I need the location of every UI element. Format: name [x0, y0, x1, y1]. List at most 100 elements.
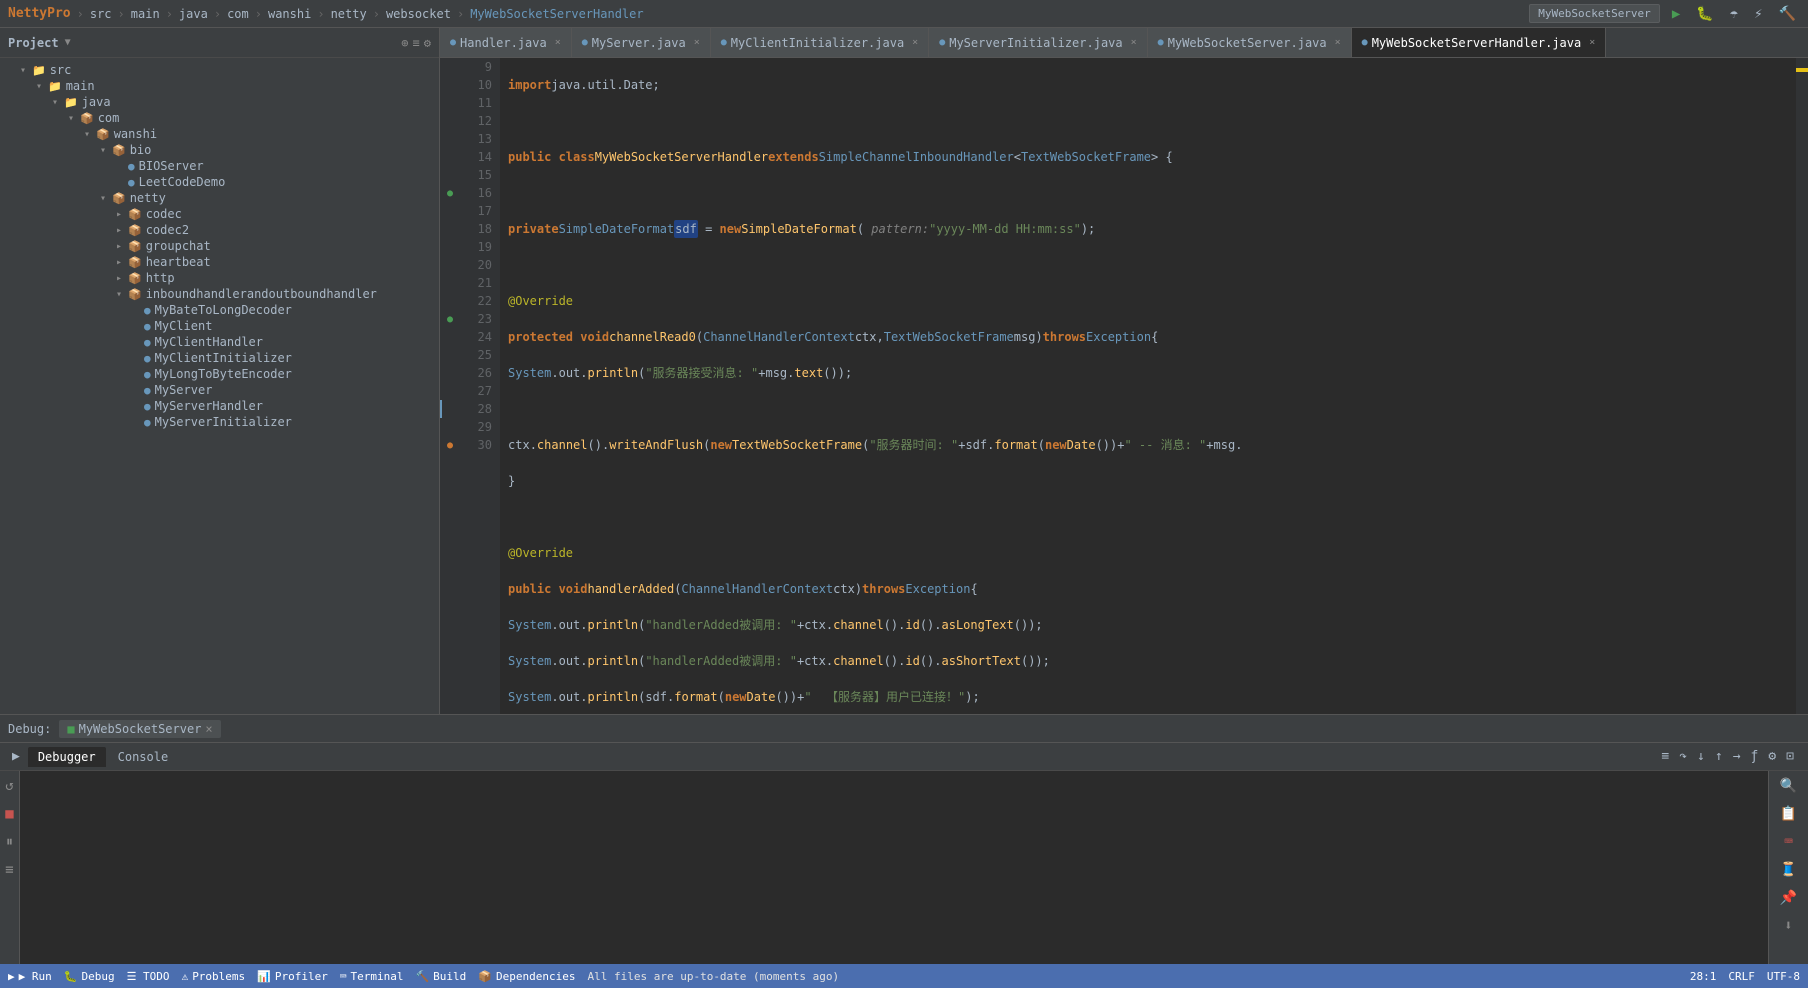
project-tree[interactable]: ▾ 📁 src ▾ 📁 main ▾ 📁 java ▾: [0, 58, 439, 714]
tree-item-groupchat[interactable]: ▸ 📦 groupchat: [0, 238, 439, 254]
restore-layout-icon[interactable]: ⊡: [1784, 747, 1796, 766]
label-leetcode: LeetCodeDemo: [139, 175, 226, 189]
tree-item-com[interactable]: ▾ 📦 com: [0, 110, 439, 126]
step-out-icon[interactable]: ↑: [1713, 747, 1725, 766]
dependencies-btn[interactable]: 📦 Dependencies: [478, 970, 575, 983]
debug-console-icon[interactable]: ⌨: [1781, 831, 1795, 853]
debug-status-btn[interactable]: 🐛 Debug: [64, 970, 115, 983]
settings-debug-icon[interactable]: ⚙: [1766, 747, 1778, 766]
breadcrumb-netty[interactable]: netty: [331, 7, 367, 21]
build-btn[interactable]: 🔨 Build: [415, 970, 466, 983]
code-line-10: [508, 112, 1788, 130]
debug-button[interactable]: 🐛: [1692, 4, 1717, 24]
debug-threads-icon[interactable]: 🧵: [1777, 859, 1800, 881]
tree-item-heartbeat[interactable]: ▸ 📦 heartbeat: [0, 254, 439, 270]
run-config-selector[interactable]: MyWebSocketServer: [1529, 4, 1660, 23]
tree-item-myserverinitializer[interactable]: ▸ ● MyServerInitializer: [0, 414, 439, 430]
tree-item-myclienthandler[interactable]: ▸ ● MyClientHandler: [0, 334, 439, 350]
sidebar-title-arrow[interactable]: ▼: [65, 37, 71, 48]
charset[interactable]: UTF-8: [1767, 970, 1800, 983]
tab-close-mywebsocketserver[interactable]: ×: [1335, 37, 1341, 48]
code-content[interactable]: import java.util.Date; public class MyWe…: [500, 58, 1796, 714]
scroll-end-icon[interactable]: ⬇: [1781, 915, 1795, 937]
profiler-label: Profiler: [275, 970, 328, 983]
tree-item-http[interactable]: ▸ 📦 http: [0, 270, 439, 286]
profiler-btn[interactable]: 📊 Profiler: [257, 970, 328, 983]
tab-console[interactable]: Console: [108, 747, 179, 767]
stop-debug-icon[interactable]: ■: [2, 803, 16, 825]
dump-threads-icon[interactable]: ≡: [2, 859, 16, 881]
tab-debugger[interactable]: Debugger: [28, 747, 106, 767]
run-button[interactable]: ▶: [1668, 4, 1684, 24]
debug-session-item[interactable]: ■ MyWebSocketServer ×: [59, 720, 220, 738]
tab-label-myserverinitializer: MyServerInitializer.java: [949, 36, 1122, 50]
profiler-button[interactable]: ⚡: [1750, 4, 1766, 24]
tree-item-myserver[interactable]: ▸ ● MyServer: [0, 382, 439, 398]
rerun-icon[interactable]: ↺: [2, 775, 16, 797]
tree-item-myclient[interactable]: ▸ ● MyClient: [0, 318, 439, 334]
breadcrumb-class[interactable]: MyWebSocketServerHandler: [470, 7, 643, 21]
todo-btn[interactable]: ☰ TODO: [127, 970, 170, 983]
tab-icon-mywebsocketserverhandler: ●: [1362, 37, 1368, 48]
tab-myserver[interactable]: ● MyServer.java ×: [572, 28, 711, 58]
tab-close-myserver[interactable]: ×: [694, 37, 700, 48]
tree-item-bio[interactable]: ▾ 📦 bio: [0, 142, 439, 158]
arrow-netty: ▾: [100, 193, 112, 204]
tab-handler[interactable]: ● Handler.java ×: [440, 28, 572, 58]
debug-session-close[interactable]: ×: [205, 722, 212, 736]
coverage-button[interactable]: ☂: [1726, 4, 1742, 24]
filter-icon[interactable]: ≡: [1659, 747, 1671, 766]
tree-item-leetcode[interactable]: ▸ ● LeetCodeDemo: [0, 174, 439, 190]
code-editor[interactable]: ● ● ● 9 10 11 12: [440, 58, 1808, 714]
tree-item-inbound[interactable]: ▾ 📦 inboundhandlerandoutboundhandler: [0, 286, 439, 302]
tab-close-myserverinitializer[interactable]: ×: [1131, 37, 1137, 48]
sidebar-header: Project ▼ ⊕ ≡ ⚙: [0, 28, 439, 58]
tree-item-main[interactable]: ▾ 📁 main: [0, 78, 439, 94]
breadcrumb-com[interactable]: com: [227, 7, 249, 21]
tab-close-handler[interactable]: ×: [555, 37, 561, 48]
tab-close-myclientinitializer[interactable]: ×: [912, 37, 918, 48]
tree-item-myclientinitializer[interactable]: ▸ ● MyClientInitializer: [0, 350, 439, 366]
tree-item-mylongtobyteencoder[interactable]: ▸ ● MyLongToByteEncoder: [0, 366, 439, 382]
pause-icon[interactable]: ⏸: [3, 831, 16, 853]
resume-button[interactable]: ▶: [8, 747, 24, 766]
settings-icon[interactable]: ⚙: [424, 36, 431, 50]
run-to-cursor-icon[interactable]: →: [1731, 747, 1743, 766]
run-status-btn[interactable]: ▶ ▶ Run: [8, 970, 52, 983]
step-over-icon[interactable]: ↷: [1677, 747, 1689, 766]
status-message: All files are up-to-date (moments ago): [587, 970, 839, 983]
tab-myserverinitializer[interactable]: ● MyServerInitializer.java ×: [929, 28, 1147, 58]
tree-item-netty[interactable]: ▾ 📦 netty: [0, 190, 439, 206]
breadcrumb-wanshi[interactable]: wanshi: [268, 7, 311, 21]
build-button[interactable]: 🔨: [1775, 4, 1800, 24]
breadcrumb-main[interactable]: main: [131, 7, 160, 21]
tree-item-mybate[interactable]: ▸ ● MyBateToLongDecoder: [0, 302, 439, 318]
tree-item-src[interactable]: ▾ 📁 src: [0, 62, 439, 78]
pin-icon[interactable]: 📌: [1777, 887, 1800, 909]
problems-btn[interactable]: ⚠ Problems: [182, 970, 246, 983]
evaluate-icon[interactable]: ƒ: [1749, 747, 1761, 766]
line-ending[interactable]: CRLF: [1728, 970, 1755, 983]
debug-watch-icon[interactable]: 🔍: [1777, 775, 1800, 797]
breadcrumb-websocket[interactable]: websocket: [386, 7, 451, 21]
debug-variables-icon[interactable]: 📋: [1777, 803, 1800, 825]
class-icon-myserverinitializer: ●: [144, 416, 151, 429]
tree-item-wanshi[interactable]: ▾ 📦 wanshi: [0, 126, 439, 142]
breadcrumb-java[interactable]: java: [179, 7, 208, 21]
tree-item-java[interactable]: ▾ 📁 java: [0, 94, 439, 110]
locate-icon[interactable]: ⊕: [401, 36, 408, 50]
terminal-btn[interactable]: ⌨ Terminal: [340, 970, 404, 983]
collapse-all-icon[interactable]: ≡: [413, 36, 420, 50]
tree-item-codec2[interactable]: ▸ 📦 codec2: [0, 222, 439, 238]
tab-mywebsocketserverhandler[interactable]: ● MyWebSocketServerHandler.java ×: [1352, 28, 1607, 58]
step-into-icon[interactable]: ↓: [1695, 747, 1707, 766]
tab-mywebsocketserver[interactable]: ● MyWebSocketServer.java ×: [1148, 28, 1352, 58]
tree-item-bioserver[interactable]: ▸ ● BIOServer: [0, 158, 439, 174]
tab-myclientinitializer[interactable]: ● MyClientInitializer.java ×: [711, 28, 929, 58]
tree-item-myserverhandler[interactable]: ▸ ● MyServerHandler: [0, 398, 439, 414]
folder-icon-main: 📁: [48, 80, 62, 93]
label-mylongtobyteencoder: MyLongToByteEncoder: [155, 367, 292, 381]
tree-item-codec[interactable]: ▸ 📦 codec: [0, 206, 439, 222]
breadcrumb-src[interactable]: src: [90, 7, 112, 21]
tab-close-mywebsocketserverhandler[interactable]: ×: [1589, 37, 1595, 48]
